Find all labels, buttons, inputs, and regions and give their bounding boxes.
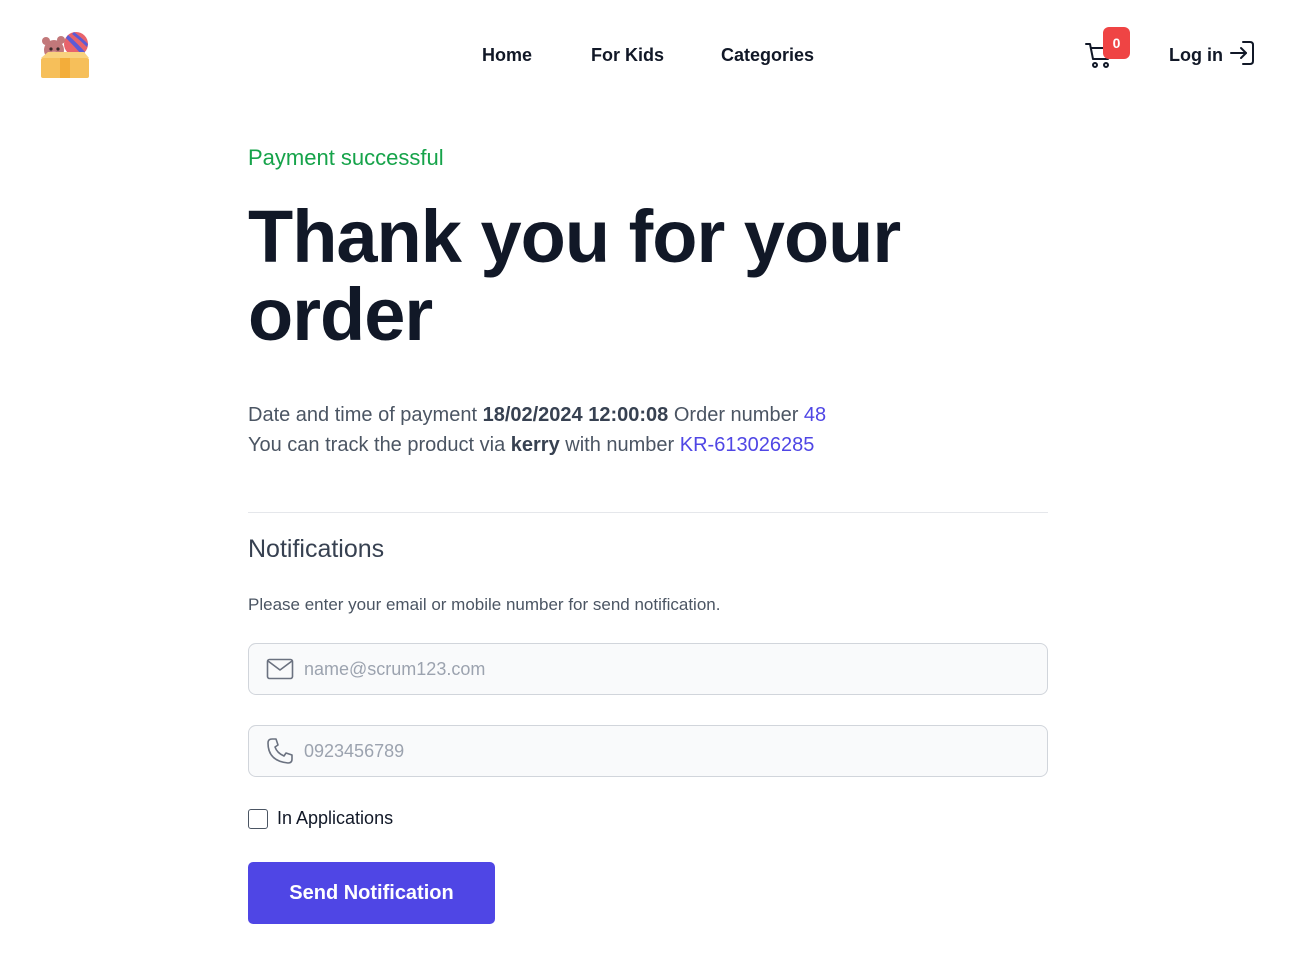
cart-count-badge: 0 — [1103, 27, 1130, 59]
payment-info-line: Date and time of payment 18/02/2024 12:0… — [248, 404, 826, 427]
nav-item-categories[interactable]: Categories — [721, 42, 814, 68]
section-divider — [248, 512, 1048, 513]
payment-label: Date and time of payment — [248, 404, 478, 426]
order-label: Order number — [673, 404, 799, 426]
tracking-number[interactable]: KR-613026285 — [680, 434, 815, 456]
track-prefix: You can track the product via — [248, 434, 506, 456]
notifications-title: Notifications — [248, 535, 385, 563]
nav-item-for-kids[interactable]: For Kids — [591, 42, 664, 68]
notifications-description: Please enter your email or mobile number… — [248, 595, 721, 614]
tracking-info-line: You can track the product via kerry with… — [248, 434, 814, 457]
payment-datetime: 18/02/2024 12:00:08 — [482, 404, 669, 426]
email-field-wrapper — [248, 643, 1048, 695]
send-notification-button[interactable]: Send Notification — [248, 862, 495, 924]
in-applications-label[interactable]: In Applications — [277, 808, 393, 829]
phone-icon — [266, 737, 294, 765]
login-label: Log in — [1169, 44, 1223, 65]
phone-input[interactable] — [304, 731, 1004, 771]
phone-field-wrapper — [248, 725, 1048, 777]
in-applications-checkbox[interactable] — [248, 808, 268, 829]
login-button[interactable]: Log in — [1169, 40, 1255, 70]
track-middle: with number — [565, 434, 675, 456]
page-title: Thank you for your order — [248, 195, 901, 356]
envelope-icon — [266, 655, 294, 683]
order-number[interactable]: 48 — [804, 404, 826, 426]
carrier-name: kerry — [510, 434, 560, 456]
in-applications-option: In Applications — [248, 808, 393, 829]
nav-item-home[interactable]: Home — [482, 42, 532, 68]
payment-status: Payment successful — [248, 145, 444, 170]
email-input[interactable] — [304, 649, 1004, 689]
login-arrow-icon — [1229, 39, 1255, 72]
site-header: Home For Kids Categories 0 Log in — [0, 0, 1295, 110]
